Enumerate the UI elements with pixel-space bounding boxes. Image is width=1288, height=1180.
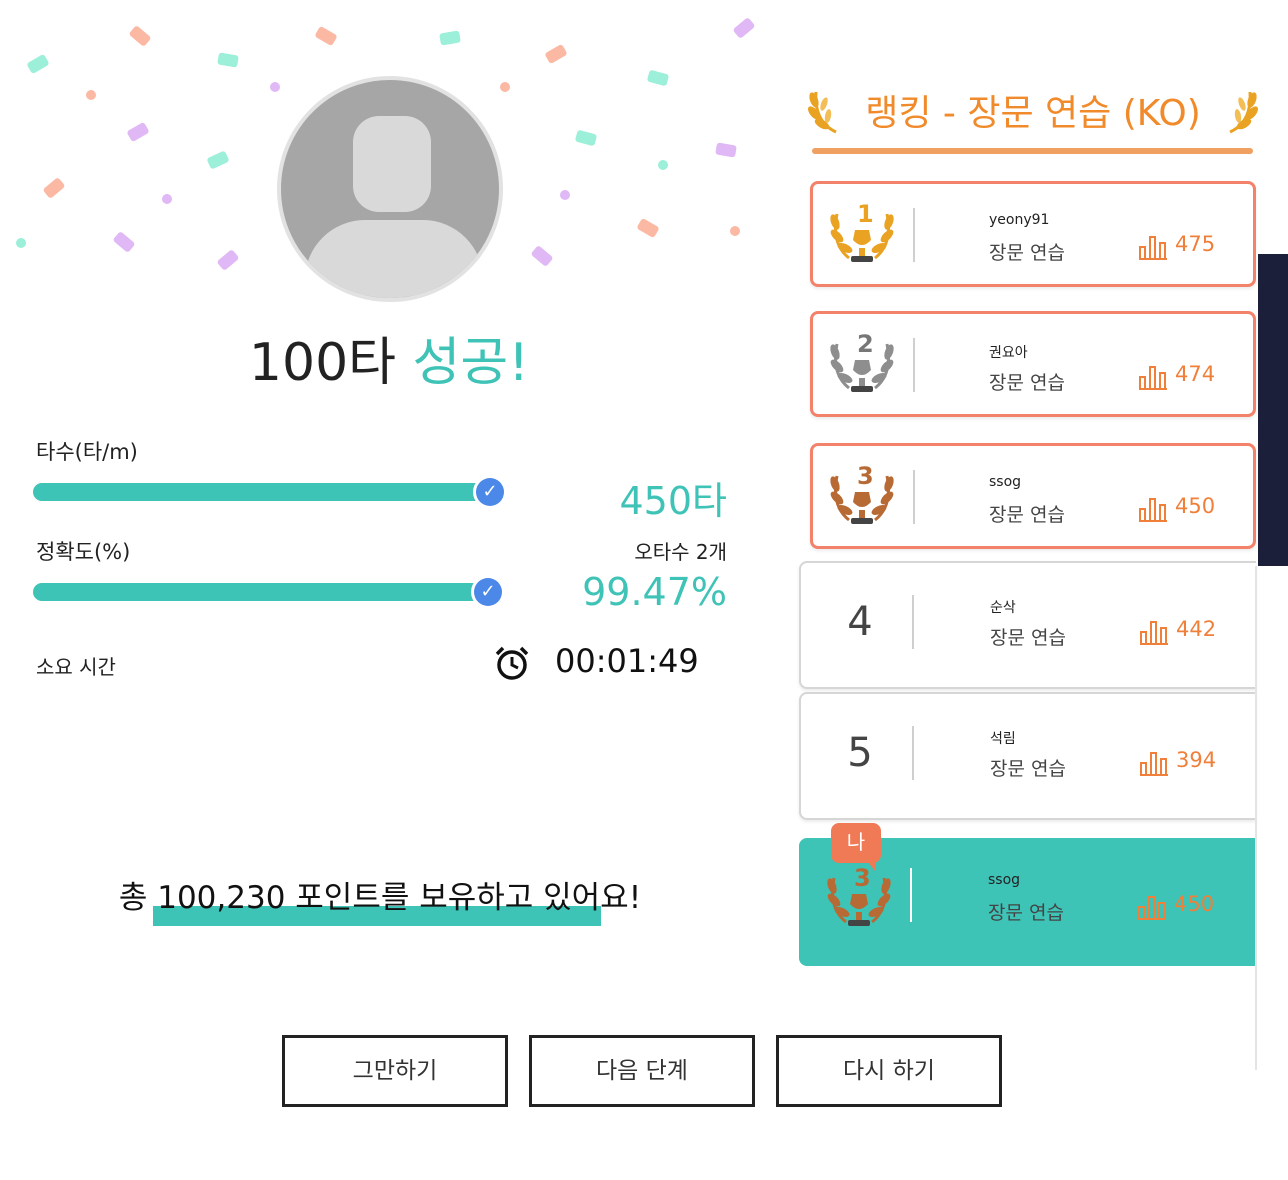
score-chart-icon [1140,619,1168,645]
score-chart-icon [1140,750,1168,776]
next-step-button[interactable]: 다음 단계 [529,1035,755,1107]
ranking-user-name: ssog [989,474,1022,490]
rank-number: 5 [847,730,873,776]
points-message: 총 100,230 포인트를 보유하고 있어요! [118,880,642,916]
alarm-clock-icon [493,644,531,682]
ranking-row[interactable]: 3 ssog 장문 연습 450 [810,443,1256,549]
ranking-mode: 장문 연습 [989,242,1065,264]
typo-count: 오타수 2개 [634,540,727,564]
score-chart-icon [1139,496,1167,522]
speed-progress-bar [33,483,489,501]
ranking-row[interactable]: 4 순삭 장문 연습 442 [799,561,1256,689]
rank-number: 4 [847,599,873,645]
avatar [277,76,503,302]
ranking-user-name: ssog [988,872,1021,888]
result-headline: 100타 성공! [0,330,778,396]
accuracy-check-icon: ✓ [471,575,505,609]
ranking-row[interactable]: 1 yeony91 장문 연습 475 [810,181,1256,287]
ranking-mode: 장문 연습 [988,902,1064,924]
retry-button[interactable]: 다시 하기 [776,1035,1002,1107]
ranking-user-name: yeony91 [989,212,1050,228]
accuracy-progress-bar [33,583,489,601]
laurel-right-icon [1224,86,1260,136]
result-success: 성공! [412,333,530,393]
ranking-user-name: 순삭 [990,600,1016,616]
ranking-score: 475 [1175,232,1216,256]
rank-number: 1 [857,200,874,228]
ranking-title: 랭킹 - 장문 연습 (KO) [865,93,1201,134]
avatar-head-shape [353,116,431,212]
result-speed: 100타 [248,333,397,393]
ranking-user-name: 권요아 [989,345,1028,361]
speed-check-icon: ✓ [473,475,507,509]
rank-number: 2 [857,330,874,358]
me-badge: 나 [831,823,881,871]
ranking-mode: 장문 연습 [989,372,1065,394]
accuracy-label: 정확도(%) [36,540,131,564]
time-value: 00:01:49 [555,642,699,680]
speed-value: 450타 [619,479,728,523]
ranking-mode: 장문 연습 [989,504,1065,526]
ranking-row[interactable]: 5 석림 장문 연습 394 [799,692,1256,820]
avatar-body-shape [305,220,483,298]
ranking-score: 394 [1176,748,1217,772]
stop-button[interactable]: 그만하기 [282,1035,508,1107]
ranking-mode: 장문 연습 [990,627,1066,649]
ranking-mode: 장문 연습 [990,758,1066,780]
ranking-user-name: 석림 [990,731,1016,747]
accuracy-value: 99.47% [582,570,727,614]
divider [1255,566,1257,1070]
side-banner [1258,254,1288,566]
rank-number: 3 [857,462,874,490]
time-label: 소요 시간 [36,655,116,679]
ranking-score: 450 [1174,892,1215,916]
speed-label: 타수(타/m) [36,440,138,464]
score-chart-icon [1138,894,1166,920]
ranking-row[interactable]: 2 권요아 장문 연습 474 [810,311,1256,417]
score-chart-icon [1139,364,1167,390]
score-chart-icon [1139,234,1167,260]
ranking-score: 474 [1175,362,1216,386]
ranking-score: 442 [1176,617,1217,641]
ranking-score: 450 [1175,494,1216,518]
ranking-title-underline [812,148,1253,154]
